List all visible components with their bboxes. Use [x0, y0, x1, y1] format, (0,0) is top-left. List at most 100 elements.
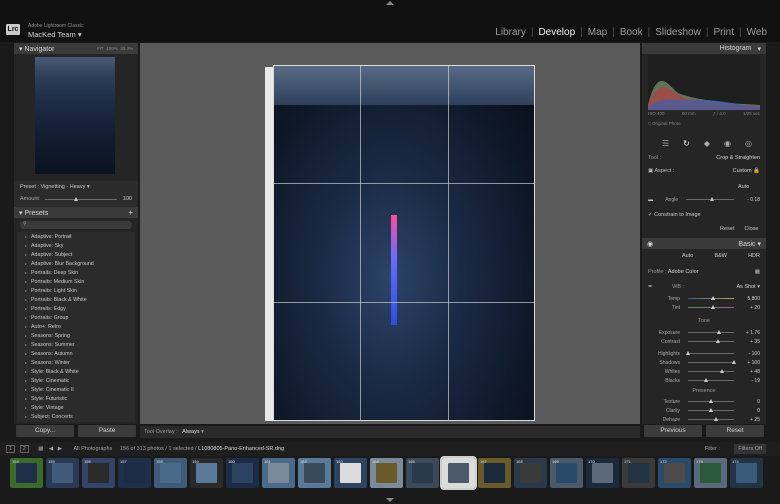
collapse-bottom-arrow-icon[interactable] — [386, 498, 394, 502]
angle-value[interactable]: - 0.18 — [738, 197, 760, 203]
preset-item[interactable]: Portraits: Light Skin — [17, 286, 135, 295]
preset-item[interactable]: Style: Black & White — [17, 367, 135, 376]
amount-value[interactable]: 100 — [123, 196, 132, 202]
auto-button[interactable]: Auto — [682, 253, 693, 259]
zoom-100[interactable]: 100% — [106, 46, 118, 51]
lock-icon[interactable]: 🔒 — [753, 168, 760, 174]
contrast-slider[interactable] — [688, 339, 734, 343]
shadows-slider[interactable] — [688, 360, 736, 364]
eyedropper-icon[interactable]: ✒ — [648, 284, 653, 290]
filmstrip-thumbnail[interactable]: 157 — [118, 458, 151, 488]
redeye-icon[interactable]: ◉ — [724, 139, 731, 148]
copy-button[interactable]: Copy... — [16, 425, 74, 437]
previous-button[interactable]: Previous — [644, 425, 702, 437]
preset-item[interactable]: Adaptive: Portrait — [17, 232, 135, 241]
crop-frame[interactable] — [273, 65, 535, 421]
preset-item[interactable]: Style: Cinematic II — [17, 385, 135, 394]
preset-item[interactable]: Seasons: Summer — [17, 340, 135, 349]
forward-arrow-icon[interactable]: ▶ — [58, 446, 62, 452]
preset-item[interactable]: Portraits: Group — [17, 313, 135, 322]
profile-select[interactable]: Adobe Color — [668, 269, 699, 275]
preset-item[interactable]: Auto+: Retro — [17, 322, 135, 331]
aspect-select[interactable]: Custom — [733, 168, 752, 174]
filmstrip-thumbnail[interactable]: 163 — [334, 458, 367, 488]
filmstrip-thumbnail[interactable]: 155 — [46, 458, 79, 488]
module-library[interactable]: Library — [490, 27, 531, 38]
tint-slider[interactable] — [688, 305, 734, 309]
collapse-top-arrow-icon[interactable] — [386, 1, 394, 5]
angle-slider[interactable] — [686, 197, 734, 201]
reset-button[interactable]: Reset — [706, 425, 764, 437]
filmstrip-source[interactable]: All Photographs — [73, 446, 112, 452]
constrain-checkbox[interactable]: ✓ Constrain to Image — [648, 212, 701, 218]
histogram[interactable] — [648, 55, 760, 110]
filmstrip-thumbnail[interactable]: 171 — [622, 458, 655, 488]
module-develop[interactable]: Develop — [533, 27, 580, 38]
highlights-value[interactable]: - 100 — [738, 351, 760, 357]
dehaze-slider[interactable] — [688, 417, 734, 421]
identity-plate[interactable]: MacKed Team ▾ — [28, 30, 82, 39]
preset-item[interactable]: Adaptive: Blur Background — [17, 259, 135, 268]
main-photo[interactable] — [273, 65, 535, 421]
filmstrip-thumbnail[interactable]: 169 — [550, 458, 583, 488]
filmstrip-thumbnail[interactable]: 167 — [478, 458, 511, 488]
preset-item[interactable]: Seasons: Spring — [17, 331, 135, 340]
filmstrip-thumbnail[interactable]: 172 — [658, 458, 691, 488]
wb-select[interactable]: As Shot — [736, 284, 755, 290]
basic-header[interactable]: ◉ Basic ▾ — [642, 238, 766, 249]
preset-item[interactable]: Portraits: Edgy — [17, 304, 135, 313]
preset-item[interactable]: Subject: Concerts — [17, 412, 135, 421]
crop-icon[interactable]: ↻ — [683, 139, 690, 148]
whites-value[interactable]: + 48 — [738, 369, 760, 375]
zoom-other[interactable]: 33.3% — [120, 46, 133, 51]
selected-filename[interactable]: L1080805-Pano-Enhanced-SR.dng — [198, 446, 284, 452]
crop-close-button[interactable]: Close — [744, 226, 758, 232]
temp-value[interactable]: 5,800 — [738, 296, 760, 302]
bw-button[interactable]: B&W — [714, 253, 727, 259]
filmstrip-thumbnail[interactable]: 161 — [262, 458, 295, 488]
grid-icon[interactable]: ▦ — [755, 269, 760, 275]
filmstrip-thumbnail[interactable]: 173 — [694, 458, 727, 488]
filmstrip-thumbnail[interactable]: 165 — [406, 458, 439, 488]
blacks-value[interactable]: - 19 — [738, 378, 760, 384]
page-1-button[interactable]: 1 — [6, 445, 16, 453]
filmstrip-thumbnail[interactable]: 154 — [10, 458, 43, 488]
preset-item[interactable]: Seasons: Autumn — [17, 349, 135, 358]
filmstrip-thumbnail[interactable]: 164 — [370, 458, 403, 488]
sliders-icon[interactable]: ☰ — [662, 139, 669, 148]
module-map[interactable]: Map — [583, 27, 612, 38]
preset-search-input[interactable]: ⚲ — [20, 221, 132, 229]
preset-item[interactable]: Portraits: Deep Skin — [17, 268, 135, 277]
filmstrip-thumbnail[interactable]: 156 — [82, 458, 115, 488]
filmstrip-thumbnail[interactable]: 160 — [226, 458, 259, 488]
module-slideshow[interactable]: Slideshow — [650, 27, 706, 38]
preset-item[interactable]: Style: Cinematic — [17, 376, 135, 385]
navigator-header[interactable]: ▾ Navigator FIT 100% 33.3% — [14, 43, 138, 54]
eye-icon[interactable]: ◉ — [647, 240, 653, 248]
contrast-value[interactable]: + 35 — [738, 339, 760, 345]
tint-value[interactable]: + 20 — [738, 305, 760, 311]
heal-icon[interactable]: ◆ — [704, 139, 710, 148]
crop-reset-button[interactable]: Reset — [720, 226, 734, 232]
filmstrip-thumbnail[interactable]: 170 — [586, 458, 619, 488]
tool-overlay-select[interactable]: Always — [182, 429, 199, 435]
amount-slider[interactable] — [44, 196, 117, 201]
page-2-button[interactable]: 2 — [19, 445, 29, 453]
presets-header[interactable]: ▾ Presets + — [14, 207, 138, 218]
module-web[interactable]: Web — [742, 27, 772, 38]
preset-item[interactable]: Adaptive: Sky — [17, 241, 135, 250]
preset-item[interactable]: Portraits: Medium Skin — [17, 277, 135, 286]
dehaze-value[interactable]: + 25 — [738, 417, 760, 423]
highlights-slider[interactable] — [685, 351, 734, 355]
preset-item[interactable]: Portraits: Black & White — [17, 295, 135, 304]
filmstrip-thumbnail[interactable]: 158 — [154, 458, 187, 488]
filmstrip-thumbnail[interactable]: 162 — [298, 458, 331, 488]
texture-value[interactable]: 0 — [738, 399, 760, 405]
whites-slider[interactable] — [688, 369, 734, 373]
grid-view-icon[interactable]: ▦ — [38, 446, 43, 452]
preset-item[interactable]: Adaptive: Subject — [17, 250, 135, 259]
clarity-slider[interactable] — [688, 408, 734, 412]
preset-item[interactable]: Style: Futuristic — [17, 394, 135, 403]
filmstrip-thumbnail[interactable]: 174 — [730, 458, 763, 488]
original-photo-toggle[interactable]: □ Original Photo — [648, 121, 681, 126]
